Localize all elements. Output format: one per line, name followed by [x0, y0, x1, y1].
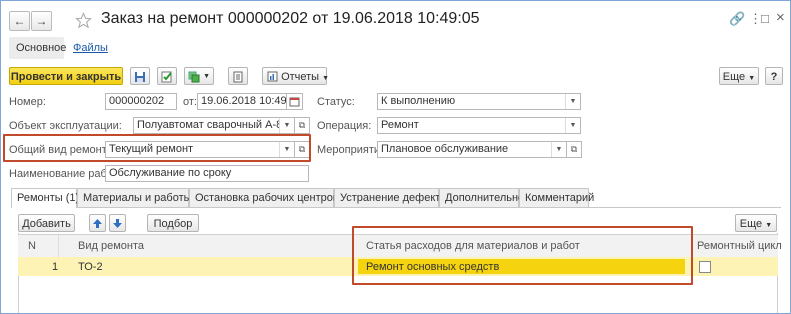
- column-header-repair-kind[interactable]: Вид ремонта: [78, 240, 144, 252]
- calendar-icon: [289, 97, 300, 107]
- tab-comment[interactable]: Комментарий: [519, 188, 594, 207]
- operation-label: Операция:: [317, 120, 372, 132]
- table-more-label: Еще: [739, 218, 763, 230]
- tab-additional[interactable]: Дополнительно: [439, 188, 524, 207]
- close-icon[interactable]: ×: [776, 9, 785, 26]
- chevron-down-icon[interactable]: ▼: [565, 118, 580, 133]
- work-name-field[interactable]: Обслуживание по сроку: [105, 165, 309, 182]
- tab-materials-works[interactable]: Материалы и работы (9): [77, 188, 208, 207]
- reports-label: Отчеты: [281, 71, 320, 83]
- arrow-down-icon: [113, 219, 122, 228]
- move-down-button[interactable]: [109, 214, 126, 232]
- save-icon: [135, 72, 145, 82]
- repair-cycle-checkbox[interactable]: [699, 261, 711, 273]
- document-icon: [233, 71, 243, 83]
- more-menu-button[interactable]: Еще ▼: [719, 67, 759, 85]
- more-label: Еще: [722, 71, 746, 83]
- date-field[interactable]: 19.06.2018 10:49:05: [197, 93, 287, 110]
- object-value: Полуавтомат сварочный А-825М Инв. №: [137, 119, 294, 131]
- chevron-down-icon: ▼: [765, 222, 773, 229]
- event-open-button[interactable]: ⧉: [567, 141, 582, 158]
- column-divider: [58, 235, 59, 257]
- chevron-down-icon: ▼: [322, 75, 330, 82]
- section-tab-files[interactable]: Файлы: [67, 37, 114, 59]
- add-row-button[interactable]: Добавить: [18, 214, 75, 232]
- back-button[interactable]: ←: [9, 11, 30, 31]
- operation-value: Ремонт: [381, 119, 419, 131]
- reports-icon: [267, 71, 278, 82]
- window: ← → Заказ на ремонт 000000202 от 19.06.2…: [0, 0, 791, 314]
- help-button[interactable]: ?: [765, 67, 783, 85]
- event-value: Плановое обслуживание: [381, 143, 509, 155]
- selection-button[interactable]: Подбор: [147, 214, 199, 232]
- chevron-down-icon: ▼: [203, 73, 210, 80]
- forward-button[interactable]: →: [31, 11, 52, 31]
- operation-select[interactable]: Ремонт ▼: [377, 117, 581, 134]
- chevron-down-icon[interactable]: ▼: [279, 118, 294, 133]
- table-more-button[interactable]: Еще ▼: [735, 214, 777, 232]
- object-open-button[interactable]: ⧉: [295, 117, 310, 134]
- post-and-close-button[interactable]: Провести и закрыть: [9, 67, 123, 85]
- column-header-n[interactable]: N: [28, 240, 36, 252]
- chevron-down-icon[interactable]: ▼: [565, 94, 580, 109]
- document-structure-button[interactable]: [228, 67, 248, 85]
- reports-button[interactable]: Отчеты ▼: [262, 67, 330, 85]
- post-button[interactable]: [157, 67, 177, 85]
- page-title: Заказ на ремонт 000000202 от 19.06.2018 …: [101, 10, 480, 27]
- object-label: Объект эксплуатации:: [9, 120, 122, 132]
- create-based-icon: [188, 71, 200, 83]
- star-icon[interactable]: [75, 12, 92, 29]
- number-label: Номер:: [9, 96, 46, 108]
- move-up-button[interactable]: [89, 214, 106, 232]
- date-label: от:: [183, 96, 197, 108]
- link-icon[interactable]: 🔗: [729, 11, 745, 27]
- post-icon: [161, 71, 172, 83]
- tab-repairs[interactable]: Ремонты (1): [11, 188, 79, 208]
- event-field[interactable]: Плановое обслуживание ▼: [377, 141, 567, 158]
- column-header-repair-cycle[interactable]: Ремонтный цикл: [697, 240, 782, 252]
- tab-work-centers-stop[interactable]: Остановка рабочих центров (1): [189, 188, 355, 207]
- maximize-icon[interactable]: □: [761, 11, 769, 26]
- chevron-down-icon: ▼: [748, 75, 756, 82]
- tab-defects[interactable]: Устранение дефектов: [334, 188, 452, 207]
- expense-item-highlight: [352, 226, 693, 285]
- row-number: 1: [52, 261, 59, 273]
- status-label: Статус:: [317, 96, 355, 108]
- calendar-button[interactable]: [287, 93, 303, 110]
- repair-kind-cell[interactable]: ТО-2: [78, 261, 103, 273]
- object-field[interactable]: Полуавтомат сварочный А-825М Инв. № ▼: [133, 117, 295, 134]
- status-select[interactable]: К выполнению ▼: [377, 93, 581, 110]
- number-field[interactable]: 000000202: [105, 93, 177, 110]
- save-button[interactable]: [130, 67, 150, 85]
- create-based-on-button[interactable]: ▼: [184, 67, 214, 85]
- section-tab-main[interactable]: Основное: [10, 37, 72, 59]
- repair-type-highlight: [3, 134, 311, 162]
- status-value: К выполнению: [381, 95, 456, 107]
- chevron-down-icon[interactable]: ▼: [551, 142, 566, 157]
- arrow-up-icon: [93, 219, 102, 228]
